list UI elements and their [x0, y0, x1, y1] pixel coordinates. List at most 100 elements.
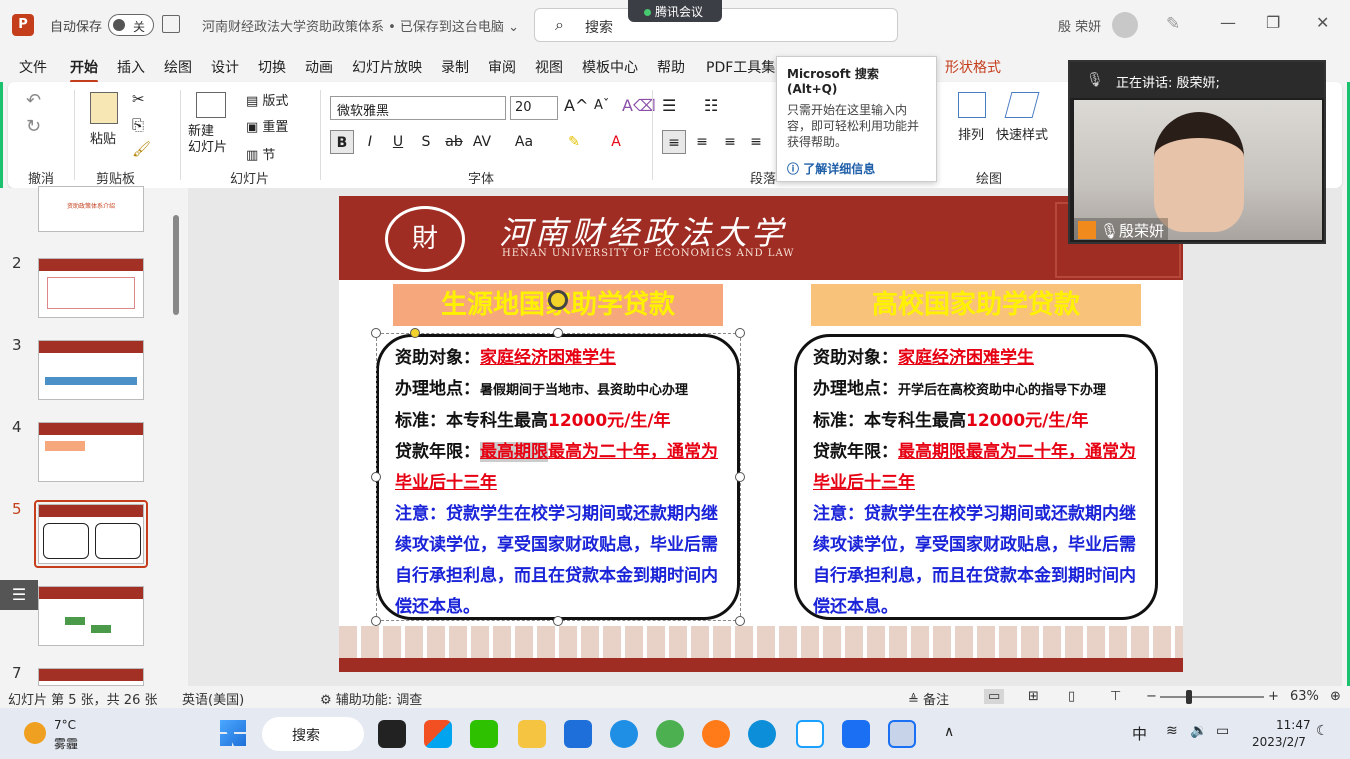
notification-icon[interactable]: ☾ — [1316, 723, 1329, 739]
zoom-in-icon[interactable]: + — [1268, 689, 1279, 704]
section-button[interactable]: ▥ 节 — [246, 144, 275, 163]
notes-button[interactable]: ≜ 备注 — [908, 689, 949, 708]
store-icon[interactable] — [424, 720, 452, 748]
paste-icon[interactable] — [90, 92, 118, 124]
copy-icon[interactable]: ⎘ — [132, 116, 144, 134]
menu-transitions[interactable]: 切换 — [258, 57, 286, 77]
slide-thumbnail-3[interactable] — [38, 340, 144, 400]
pen-icon[interactable]: ✎ — [1166, 14, 1180, 34]
numbering-icon[interactable]: ☷ — [704, 96, 718, 115]
slide-thumbnail-7[interactable] — [38, 668, 144, 686]
menu-shape-format[interactable]: 形状格式 — [945, 57, 1001, 77]
paste-label[interactable]: 粘贴 — [90, 128, 116, 147]
app-icon[interactable] — [888, 720, 916, 748]
slide-thumbnail-6[interactable] — [38, 586, 144, 646]
app-icon[interactable] — [796, 720, 824, 748]
char-spacing-button[interactable]: AV — [470, 130, 494, 154]
shape-adjust-handle[interactable] — [410, 328, 420, 338]
taskbar-search[interactable]: 搜索 — [262, 717, 364, 751]
resize-handle[interactable] — [371, 472, 381, 482]
menu-design[interactable]: 设计 — [211, 57, 239, 77]
user-avatar[interactable] — [1112, 12, 1138, 38]
menu-home[interactable]: 开始 — [70, 57, 98, 83]
reset-button[interactable]: ▣ 重置 — [246, 116, 288, 135]
underline-button[interactable]: U — [386, 130, 410, 154]
align-center-icon[interactable]: ≡ — [690, 130, 714, 154]
cut-icon[interactable]: ✂ — [132, 90, 145, 108]
document-title[interactable]: 河南财经政法大学资助政策体系 • 已保存到这台电脑 ⌄ — [202, 16, 519, 35]
resize-handle[interactable] — [553, 328, 563, 338]
edge-icon[interactable] — [748, 720, 776, 748]
new-slide-button[interactable]: 新建 幻灯片 — [188, 124, 227, 156]
font-name-select[interactable]: 微软雅黑 — [330, 96, 506, 120]
arrange-icon[interactable] — [958, 92, 986, 118]
accessibility-status[interactable]: ⚙ 辅助功能: 调查 — [320, 689, 422, 708]
font-size-select[interactable]: 20 — [510, 96, 558, 120]
align-right-icon[interactable]: ≡ — [718, 130, 742, 154]
slide-thumbnail-5[interactable] — [38, 504, 144, 564]
battery-icon[interactable]: ▭ — [1216, 723, 1229, 739]
resize-handle[interactable] — [735, 472, 745, 482]
maximize-icon[interactable]: ❐ — [1266, 13, 1280, 32]
slide-thumbnail-4[interactable] — [38, 422, 144, 482]
save-icon[interactable] — [162, 15, 180, 33]
file-explorer-icon[interactable] — [518, 720, 546, 748]
resize-handle[interactable] — [735, 328, 745, 338]
font-color-icon[interactable]: A — [604, 130, 628, 154]
zoom-level[interactable]: 63% — [1290, 689, 1319, 704]
clear-format-icon[interactable]: A⌫ — [622, 96, 656, 115]
slideshow-view-icon[interactable]: ⊤ — [1110, 689, 1121, 704]
firefox-icon[interactable] — [702, 720, 730, 748]
undo-icon[interactable]: ↶ — [26, 90, 41, 111]
outline-view-icon[interactable]: ☰ — [0, 580, 38, 610]
menu-slideshow[interactable]: 幻灯片放映 — [352, 57, 422, 77]
menu-pdf-tools[interactable]: PDF工具集 — [706, 57, 775, 77]
resize-handle[interactable] — [371, 328, 381, 338]
tray-expand-icon[interactable]: ∧ — [944, 724, 954, 740]
justify-icon[interactable]: ≡ — [744, 130, 768, 154]
slide-thumbnail-1[interactable]: 资助政策体系介绍 — [38, 186, 144, 232]
close-icon[interactable]: ✕ — [1316, 13, 1329, 32]
ime-indicator[interactable]: 中 — [1132, 723, 1147, 744]
weather-desc[interactable]: 雾霾 — [54, 735, 78, 752]
right-loan-card[interactable]: 资助对象：家庭经济困难学生 办理地点：开学后在高校资助中心的指导下办理 标准：本… — [794, 334, 1158, 620]
redo-icon[interactable]: ↻ — [26, 116, 41, 137]
increase-font-icon[interactable]: A^ — [564, 96, 588, 115]
quick-styles-icon[interactable] — [1004, 92, 1040, 118]
quick-styles-label[interactable]: 快速样式 — [996, 124, 1048, 143]
bold-button[interactable]: B — [330, 130, 354, 154]
task-view-icon[interactable] — [378, 720, 406, 748]
bullets-icon[interactable]: ☰ — [662, 96, 676, 115]
reading-view-icon[interactable]: ▯ — [1068, 689, 1075, 704]
weather-haze-icon[interactable] — [24, 722, 46, 744]
slide-sorter-icon[interactable]: ⊞ — [1028, 689, 1039, 704]
resize-handle[interactable] — [553, 616, 563, 626]
right-card-title[interactable]: 高校国家助学贷款 — [811, 284, 1141, 326]
menu-template-center[interactable]: 模板中心 — [582, 57, 638, 77]
zoom-slider[interactable] — [1160, 696, 1264, 698]
clock-date[interactable]: 2023/2/7 — [1252, 735, 1306, 749]
rotate-handle-icon[interactable] — [548, 290, 568, 310]
decrease-font-icon[interactable]: Aˇ — [594, 98, 609, 113]
user-name[interactable]: 殷 荣妍 — [1058, 16, 1101, 35]
language-indicator[interactable]: 英语(美国) — [182, 689, 244, 708]
resize-handle[interactable] — [371, 616, 381, 626]
wifi-icon[interactable]: ≋ — [1166, 723, 1178, 739]
volume-icon[interactable]: 🔉 — [1190, 723, 1207, 739]
new-slide-icon[interactable] — [196, 92, 226, 118]
layout-button[interactable]: ▤ 版式 — [246, 90, 288, 109]
wechat-icon[interactable] — [470, 720, 498, 748]
normal-view-icon[interactable]: ▭ — [984, 689, 1005, 704]
menu-draw[interactable]: 绘图 — [164, 57, 192, 77]
format-painter-icon[interactable]: 🖌 — [132, 140, 151, 158]
highlight-icon[interactable]: ✎ — [562, 130, 586, 154]
menu-review[interactable]: 审阅 — [488, 57, 516, 77]
app-icon[interactable] — [564, 720, 592, 748]
menu-help[interactable]: 帮助 — [657, 57, 685, 77]
tooltip-learn-more-link[interactable]: ⓘ 了解详细信息 — [787, 160, 926, 177]
shadow-button[interactable]: S — [414, 130, 438, 154]
weather-temp[interactable]: 7°C — [54, 718, 76, 732]
strikethrough-button[interactable]: ab — [442, 130, 466, 154]
clock-time[interactable]: 11:47 — [1276, 718, 1311, 732]
menu-animations[interactable]: 动画 — [305, 57, 333, 77]
